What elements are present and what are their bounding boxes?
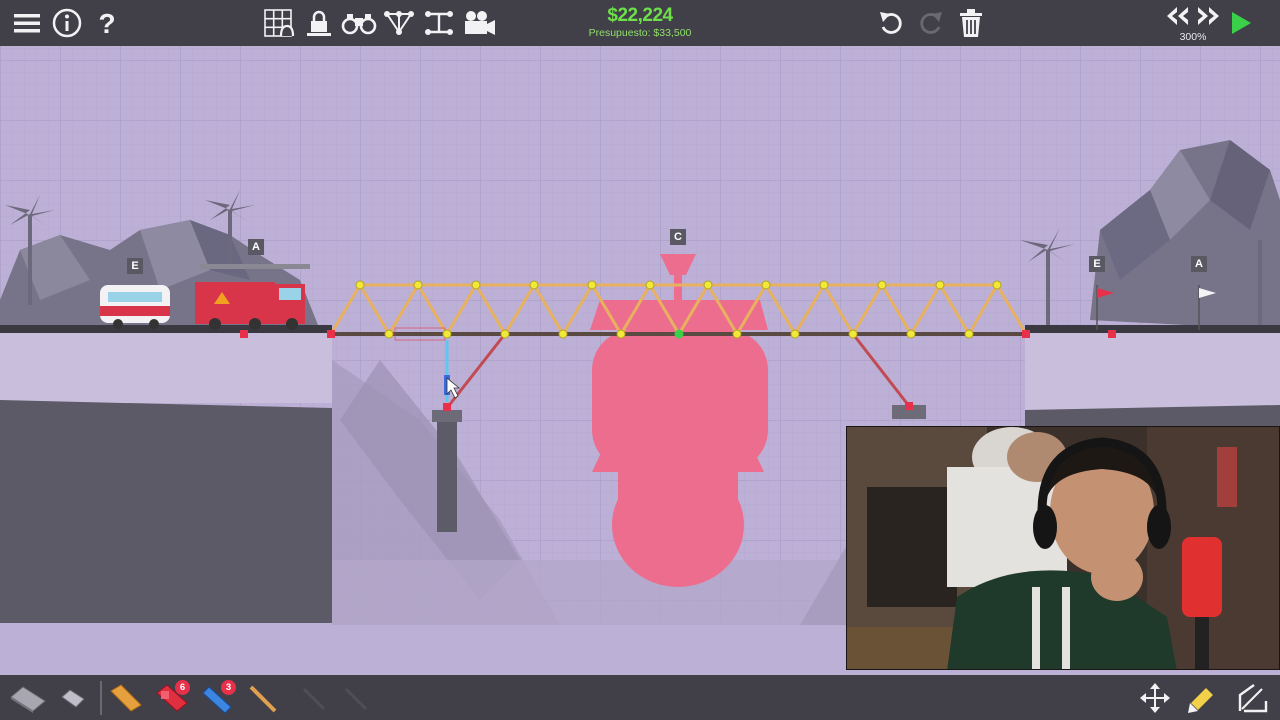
material-hydraulics[interactable]: 6 xyxy=(150,678,192,718)
game-screen: E A C E A ? $22,224 Presupuesto: $33,500… xyxy=(0,0,1280,720)
left-cliff xyxy=(0,400,332,625)
binoculars-icon[interactable] xyxy=(340,4,378,42)
checkpoint-label-left-a: A xyxy=(248,239,264,255)
budget-display: $22,224 Presupuesto: $33,500 xyxy=(560,5,720,40)
pencil-eraser-icon[interactable] xyxy=(1180,678,1222,718)
van-vehicle xyxy=(100,285,170,329)
checkpoint-label-right-e: E xyxy=(1089,256,1105,272)
bottom-toolbar xyxy=(0,675,1280,720)
material-locked-1 xyxy=(292,678,334,718)
redo-icon[interactable] xyxy=(912,4,950,42)
material-wood[interactable] xyxy=(104,678,146,718)
help-question-icon[interactable]: ? xyxy=(88,4,126,42)
undo-icon[interactable] xyxy=(872,4,910,42)
material-hydraulics-badge: 6 xyxy=(175,680,190,695)
top-toolbar: ? $22,224 Presupuesto: $33,500 300% xyxy=(0,0,1280,46)
camera-icon[interactable] xyxy=(460,4,498,42)
budget-label: Presupuesto: $33,500 xyxy=(588,27,692,39)
left-road xyxy=(0,325,332,333)
hamburger-menu-icon[interactable] xyxy=(8,4,46,42)
webcam-feed-image xyxy=(847,427,1279,669)
material-road[interactable] xyxy=(6,678,48,718)
checkpoint-label-left-e: E xyxy=(127,258,143,274)
info-icon[interactable] xyxy=(48,4,86,42)
trash-icon[interactable] xyxy=(952,4,990,42)
grid-snap-icon[interactable] xyxy=(260,4,298,42)
material-locked-2 xyxy=(334,678,376,718)
material-rope[interactable]: 3 xyxy=(196,678,238,718)
webcam-overlay xyxy=(846,426,1280,670)
lock-icon[interactable] xyxy=(300,4,338,42)
stress-view-icon[interactable] xyxy=(380,4,418,42)
ship-silhouette xyxy=(590,254,768,587)
material-steel[interactable] xyxy=(242,678,284,718)
checkpoint-label-right-a: A xyxy=(1191,256,1207,272)
checkpoint-joint[interactable] xyxy=(674,329,684,339)
material-rope-badge: 3 xyxy=(221,680,236,695)
toolbar-divider xyxy=(100,681,102,715)
right-road xyxy=(1025,325,1280,333)
layout-tool-icon[interactable] xyxy=(420,4,458,42)
split-joint-icon[interactable] xyxy=(1232,678,1274,718)
move-arrows-icon[interactable] xyxy=(1134,678,1176,718)
material-reinforced-road[interactable] xyxy=(52,678,94,718)
play-icon[interactable] xyxy=(1222,4,1260,42)
budget-amount: $22,224 xyxy=(607,5,673,26)
checkpoint-label-center-c: C xyxy=(670,229,686,245)
svg-text:?: ? xyxy=(98,8,115,38)
speed-label: 300% xyxy=(1179,31,1207,43)
